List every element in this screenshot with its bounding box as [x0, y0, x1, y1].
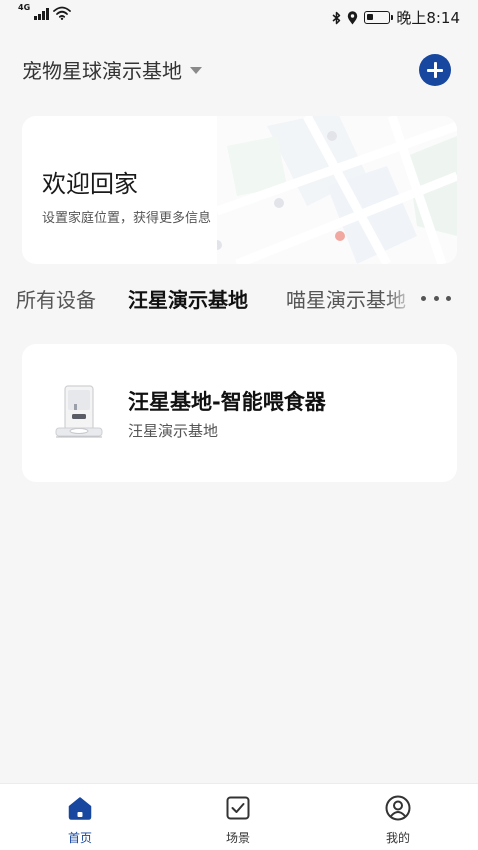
tab-fade [385, 284, 425, 312]
home-screen: 4G 晚上8:14 宠物星球演示基地 欢迎回家 设置家庭位置，获得更多信息 所有… [0, 0, 478, 850]
location-icon [348, 10, 358, 24]
status-time: 晚上8:14 [396, 9, 460, 27]
caret-down-icon [190, 67, 202, 74]
scene-checkbox-icon [226, 796, 250, 820]
tab-wangxing-base[interactable]: 汪星演示基地 [128, 284, 248, 313]
device-card[interactable]: 汪星基地-智能喂食器 汪星演示基地 [22, 344, 457, 482]
bluetooth-icon [332, 11, 341, 24]
room-tabs: 所有设备 汪星演示基地 喵星演示基地 [0, 284, 478, 312]
map-marker [327, 131, 337, 141]
wifi-icon [52, 6, 71, 20]
map-marker [274, 198, 284, 208]
tab-all-devices[interactable]: 所有设备 [16, 284, 96, 313]
home-icon [68, 797, 92, 820]
map-marker-home [335, 231, 345, 241]
home-selector[interactable]: 宠物星球演示基地 [22, 55, 202, 84]
nav-label-home: 首页 [67, 831, 92, 845]
device-location: 汪星演示基地 [128, 422, 219, 440]
bottom-nav: 首页 场景 我的 [0, 783, 478, 850]
network-type: 4G [18, 3, 31, 12]
nav-item-profile[interactable]: 我的 [358, 794, 438, 846]
home-name: 宠物星球演示基地 [22, 59, 182, 83]
map-illustration [217, 116, 457, 264]
nav-item-home[interactable]: 首页 [40, 794, 120, 846]
device-name: 汪星基地-智能喂食器 [128, 390, 326, 414]
nav-label-scene: 场景 [225, 831, 250, 845]
nav-item-scene[interactable]: 场景 [198, 794, 278, 846]
nav-label-profile: 我的 [385, 831, 410, 845]
welcome-subtitle: 设置家庭位置，获得更多信息 [42, 211, 212, 226]
welcome-card[interactable]: 欢迎回家 设置家庭位置，获得更多信息 [22, 116, 457, 264]
more-icon[interactable] [421, 292, 451, 304]
profile-icon [385, 795, 411, 821]
pet-feeder-image [55, 385, 103, 438]
status-bar: 4G 晚上8:14 [0, 0, 478, 34]
add-device-button[interactable] [419, 54, 451, 86]
battery-icon [364, 11, 394, 24]
signal-icon [34, 6, 49, 20]
status-bar-left: 4G [18, 3, 71, 20]
welcome-title: 欢迎回家 [42, 170, 138, 198]
status-bar-right: 晚上8:14 [332, 7, 460, 28]
battery-level [367, 14, 374, 20]
